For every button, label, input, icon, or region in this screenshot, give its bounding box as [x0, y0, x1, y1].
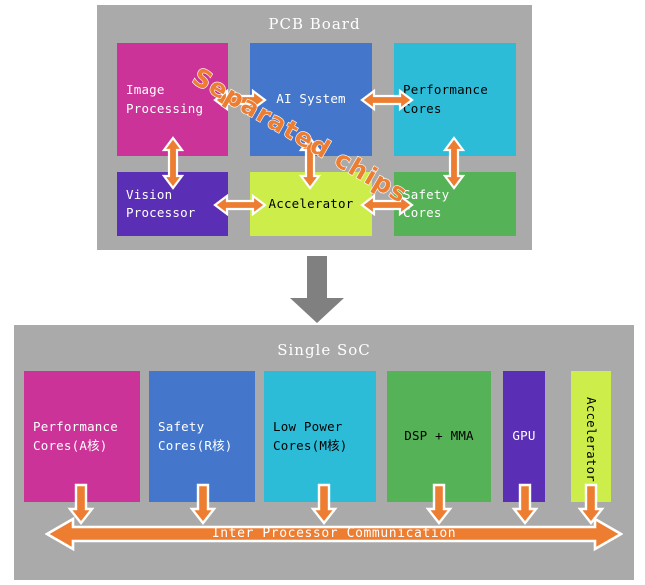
pcb-board-title: PCB Board [268, 15, 361, 33]
soc-block-gpu[interactable]: GPU [503, 371, 545, 502]
block-label: Vision Processor [126, 186, 196, 220]
block-label: Accelerator [584, 397, 600, 482]
block-label: Low Power Cores(M核) [273, 419, 348, 453]
soc-block-safety-cores[interactable]: Safety Cores(R核) [149, 371, 255, 502]
arrow-ai-to-performance-icon [360, 86, 414, 114]
block-label: GPU [512, 428, 536, 444]
block-label: Safety Cores(R核) [158, 419, 233, 453]
soc-block-performance-cores[interactable]: Performance Cores(A核) [24, 371, 140, 502]
block-label: Accelerator [268, 195, 354, 211]
soc-block-low-power-cores[interactable]: Low Power Cores(M核) [264, 371, 376, 502]
block-label: AI System [276, 91, 346, 107]
block-label: Performance Cores(A核) [33, 419, 118, 453]
inter-processor-communication-bus[interactable]: Inter Processor Communication [44, 512, 624, 557]
bus-label: Inter Processor Communication [211, 526, 457, 541]
soc-block-accelerator[interactable]: Accelerator [571, 371, 611, 502]
arrow-performance-to-safety-icon [440, 136, 468, 190]
arrow-image-to-vision-icon [159, 136, 187, 190]
arrow-vision-to-accelerator-icon [213, 191, 267, 219]
single-soc-title: Single SoC [277, 341, 371, 359]
soc-block-dsp-mma[interactable]: DSP + MMA [387, 371, 491, 502]
block-label: DSP + MMA [404, 428, 474, 444]
transition-down-arrow-icon [286, 256, 348, 324]
